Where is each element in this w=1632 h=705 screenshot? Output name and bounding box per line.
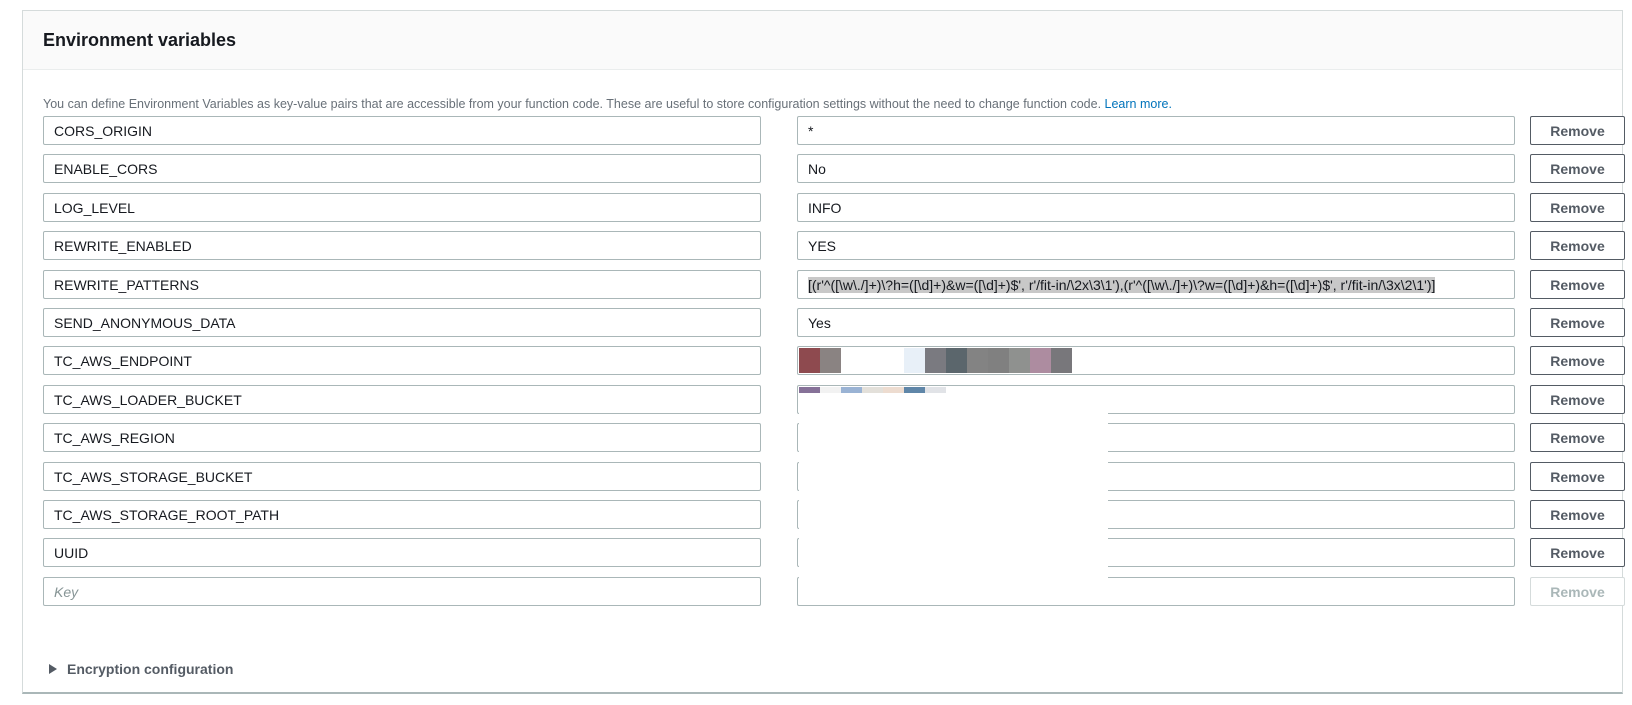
redaction-block	[862, 348, 883, 373]
variable-row: TC_AWS_ENDPOINT Remove	[43, 346, 1625, 375]
remove-button-disabled: Remove	[1530, 577, 1625, 606]
variable-key-input[interactable]: CORS_ORIGIN	[43, 116, 761, 145]
variable-key-input[interactable]: SEND_ANONYMOUS_DATA	[43, 308, 761, 337]
remove-button[interactable]: Remove	[1530, 423, 1625, 452]
panel-header: Environment variables	[23, 11, 1622, 70]
remove-button[interactable]: Remove	[1530, 308, 1625, 337]
redaction-block	[1030, 348, 1051, 373]
remove-button[interactable]: Remove	[1530, 538, 1625, 567]
remove-button[interactable]: Remove	[1530, 385, 1625, 414]
variable-key-input[interactable]: TC_AWS_LOADER_BUCKET	[43, 385, 761, 414]
redaction-block	[988, 348, 1009, 373]
variable-key-input[interactable]: TC_AWS_ENDPOINT	[43, 346, 761, 375]
variable-value-input[interactable]: YES	[797, 231, 1515, 260]
variable-key-input[interactable]: ENABLE_CORS	[43, 154, 761, 183]
encryption-configuration-toggle[interactable]: Encryption configuration	[49, 661, 233, 677]
environment-variables-panel: Environment variables You can define Env…	[22, 10, 1625, 694]
redaction-block	[925, 348, 946, 373]
redaction-block	[841, 348, 862, 373]
variable-key-input[interactable]: REWRITE_PATTERNS	[43, 270, 761, 299]
redaction-block	[967, 348, 988, 373]
variable-value-input[interactable]: No	[797, 154, 1515, 183]
variable-key-input[interactable]: LOG_LEVEL	[43, 193, 761, 222]
variable-row: REWRITE_ENABLED YES Remove	[43, 231, 1625, 260]
redaction-block	[1051, 348, 1072, 373]
remove-button[interactable]: Remove	[1530, 154, 1625, 183]
variable-row: REWRITE_PATTERNS [(r'^([\w\./]+)\?h=([\d]…	[43, 270, 1625, 299]
caret-right-icon	[49, 664, 57, 674]
redaction-block	[946, 348, 967, 373]
variable-value-input[interactable]: *	[797, 116, 1515, 145]
panel-description: You can define Environment Variables as …	[43, 97, 1172, 111]
variable-value-input[interactable]: Yes	[797, 308, 1515, 337]
learn-more-link[interactable]: Learn more.	[1105, 97, 1172, 111]
variable-row: LOG_LEVEL INFO Remove	[43, 193, 1625, 222]
description-text: You can define Environment Variables as …	[43, 97, 1102, 111]
redacted-area	[799, 393, 1108, 601]
panel-title: Environment variables	[43, 29, 237, 50]
redaction-block	[820, 348, 841, 373]
variable-key-input[interactable]: REWRITE_ENABLED	[43, 231, 761, 260]
variable-value-input[interactable]	[797, 346, 1515, 375]
variable-key-input[interactable]: TC_AWS_REGION	[43, 423, 761, 452]
remove-button[interactable]: Remove	[1530, 116, 1625, 145]
variable-value-input[interactable]: INFO	[797, 193, 1515, 222]
variable-row: ENABLE_CORS No Remove	[43, 154, 1625, 183]
new-key-input[interactable]: Key	[43, 577, 761, 606]
redacted-value	[799, 348, 1072, 373]
variable-key-input[interactable]: TC_AWS_STORAGE_ROOT_PATH	[43, 500, 761, 529]
variable-row: SEND_ANONYMOUS_DATA Yes Remove	[43, 308, 1625, 337]
redaction-block	[904, 348, 925, 373]
key-placeholder: Key	[54, 583, 79, 600]
redaction-block	[1009, 348, 1030, 373]
variable-row: CORS_ORIGIN * Remove	[43, 116, 1625, 145]
remove-button[interactable]: Remove	[1530, 500, 1625, 529]
remove-button[interactable]: Remove	[1530, 346, 1625, 375]
remove-button[interactable]: Remove	[1530, 193, 1625, 222]
redaction-block	[799, 348, 820, 373]
remove-button[interactable]: Remove	[1530, 462, 1625, 491]
selected-value-text: [(r'^([\w\./]+)\?h=([\d]+)&w=([\d]+)$', …	[808, 276, 1436, 293]
encryption-label: Encryption configuration	[67, 661, 234, 677]
variable-value-input[interactable]: [(r'^([\w\./]+)\?h=([\d]+)&w=([\d]+)$', …	[797, 270, 1515, 299]
variable-key-input[interactable]: UUID	[43, 538, 761, 567]
remove-button[interactable]: Remove	[1530, 270, 1625, 299]
remove-button[interactable]: Remove	[1530, 231, 1625, 260]
variable-key-input[interactable]: TC_AWS_STORAGE_BUCKET	[43, 462, 761, 491]
redaction-block	[883, 348, 904, 373]
